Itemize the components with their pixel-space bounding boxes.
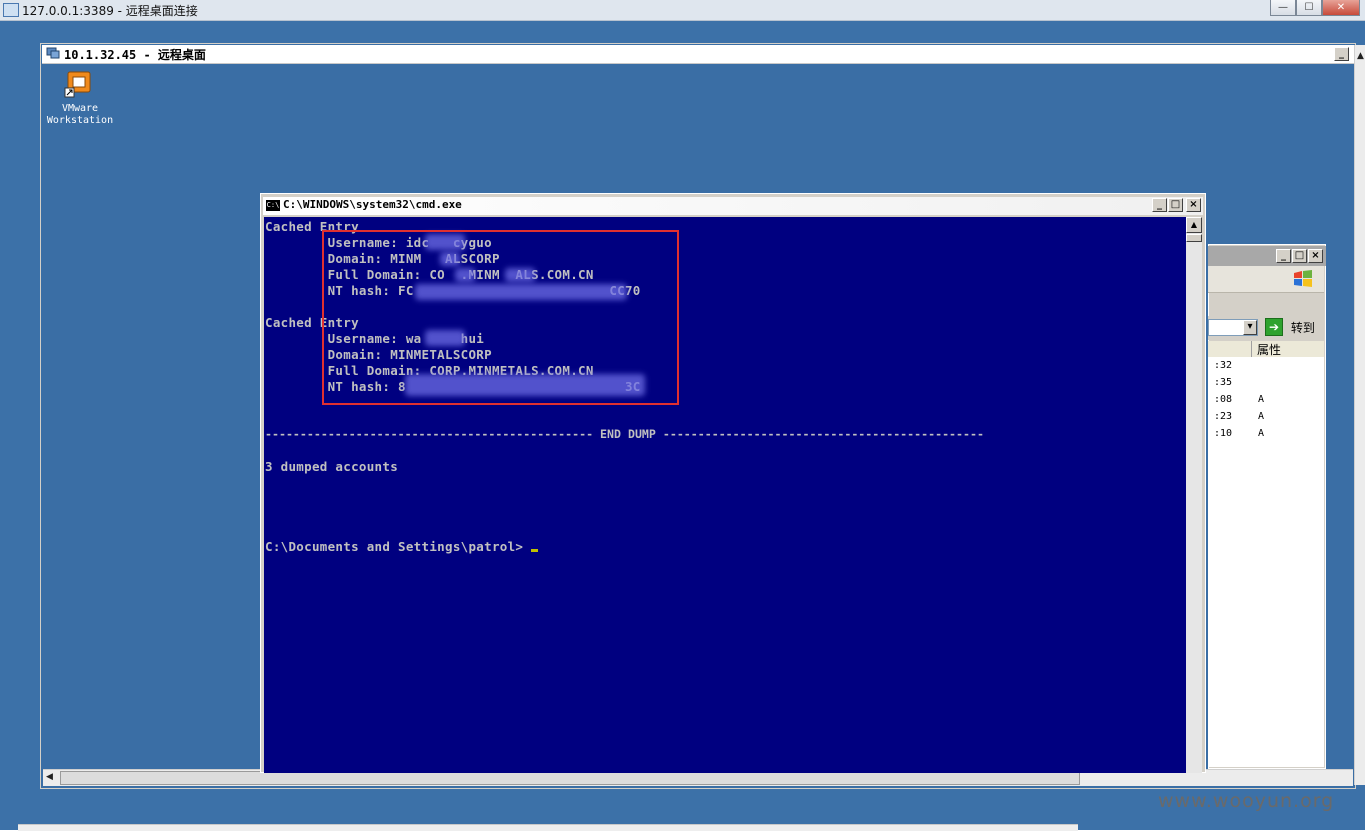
background-window-title-bar[interactable]: _ □ × <box>1208 246 1326 266</box>
vmware-label-line2: Workstation <box>46 115 114 126</box>
console-line: ----------------------------------------… <box>265 427 984 441</box>
go-button-label: 转到 <box>1290 320 1315 335</box>
cmd-maximize-button[interactable]: □ <box>1168 198 1183 212</box>
list-item[interactable]: :10 A <box>1214 428 1314 439</box>
list-item-time: :23 <box>1214 411 1233 422</box>
cmd-vertical-scrollbar[interactable]: ▲ <box>1186 217 1202 773</box>
rd-minimize-button[interactable]: _ <box>1334 47 1349 61</box>
text-cursor <box>531 549 538 552</box>
cmd-close-button[interactable]: × <box>1186 198 1201 212</box>
vmware-icon[interactable] <box>64 70 94 98</box>
vertical-scrollbar[interactable]: ▲ <box>1354 45 1365 785</box>
cmd-title-bar[interactable]: C:\ C:\WINDOWS\system32\cmd.exe _ □ × <box>263 197 1203 215</box>
bg-toolbar <box>1208 266 1324 293</box>
cmd-icon: C:\ <box>266 200 280 211</box>
cmd-minimize-button[interactable]: _ <box>1152 198 1167 212</box>
list-item-attr: A <box>1258 411 1265 422</box>
bg-list-header: 属性 <box>1208 341 1324 358</box>
windows-logo-icon <box>1294 270 1312 287</box>
list-item-attr: A <box>1258 394 1265 405</box>
attributes-column-header[interactable]: 属性 <box>1257 341 1281 358</box>
bg-maximize-button[interactable]: □ <box>1292 249 1307 263</box>
list-item-time: :08 <box>1214 394 1233 405</box>
outer-window-title: 127.0.0.1:3389 - 远程桌面连接 <box>22 4 198 18</box>
list-item-time: :32 <box>1214 360 1233 371</box>
bg-close-button[interactable]: × <box>1308 249 1323 263</box>
vmware-label-line1: VMware <box>61 103 99 114</box>
go-arrow-icon: ➔ <box>1265 318 1283 336</box>
list-item[interactable]: :08 A <box>1214 394 1314 405</box>
list-item[interactable]: :32 <box>1214 360 1314 371</box>
close-button[interactable]: ✕ <box>1322 0 1360 16</box>
bg-minimize-button[interactable]: _ <box>1276 249 1291 263</box>
bg-address-field[interactable]: ▾ <box>1208 319 1258 336</box>
remote-desktop-title: 10.1.32.45 - 远程桌面 <box>64 48 206 62</box>
chevron-down-icon[interactable]: ▾ <box>1243 320 1257 335</box>
list-item-time: :10 <box>1214 428 1233 439</box>
remote-desktop-title-bar[interactable]: 10.1.32.45 - 远程桌面 _ <box>42 45 1354 64</box>
list-item-attr: A <box>1258 428 1265 439</box>
list-item[interactable]: :23 A <box>1214 411 1314 422</box>
watermark: www.wooyun.org <box>1158 790 1335 812</box>
rdp-app-icon <box>3 3 19 17</box>
outer-title-bar: 127.0.0.1:3389 - 远程桌面连接 — ☐ ✕ <box>0 0 1365 21</box>
cmd-scroll-up-icon[interactable]: ▲ <box>1186 217 1202 233</box>
console-line: 3 dumped accounts <box>265 459 399 474</box>
remote-desktop-icon <box>46 47 60 59</box>
cmd-window-title: C:\WINDOWS\system32\cmd.exe <box>283 198 462 211</box>
horizontal-scroll-thumb[interactable] <box>60 771 1080 785</box>
go-button[interactable]: ➔ 转到 <box>1265 318 1320 338</box>
cmd-scroll-thumb[interactable] <box>1186 234 1202 242</box>
list-item-time: :35 <box>1214 377 1233 388</box>
vmware-icon-label[interactable]: VMware Workstation <box>44 103 116 127</box>
list-item[interactable]: :35 <box>1214 377 1314 388</box>
maximize-button[interactable]: ☐ <box>1296 0 1322 16</box>
scroll-left-icon[interactable]: ◀ <box>46 772 53 782</box>
minimize-button[interactable]: — <box>1270 0 1296 16</box>
console-prompt: C:\Documents and Settings\patrol> <box>265 539 524 554</box>
highlight-box <box>322 230 679 405</box>
scroll-up-icon[interactable]: ▲ <box>1357 51 1364 61</box>
